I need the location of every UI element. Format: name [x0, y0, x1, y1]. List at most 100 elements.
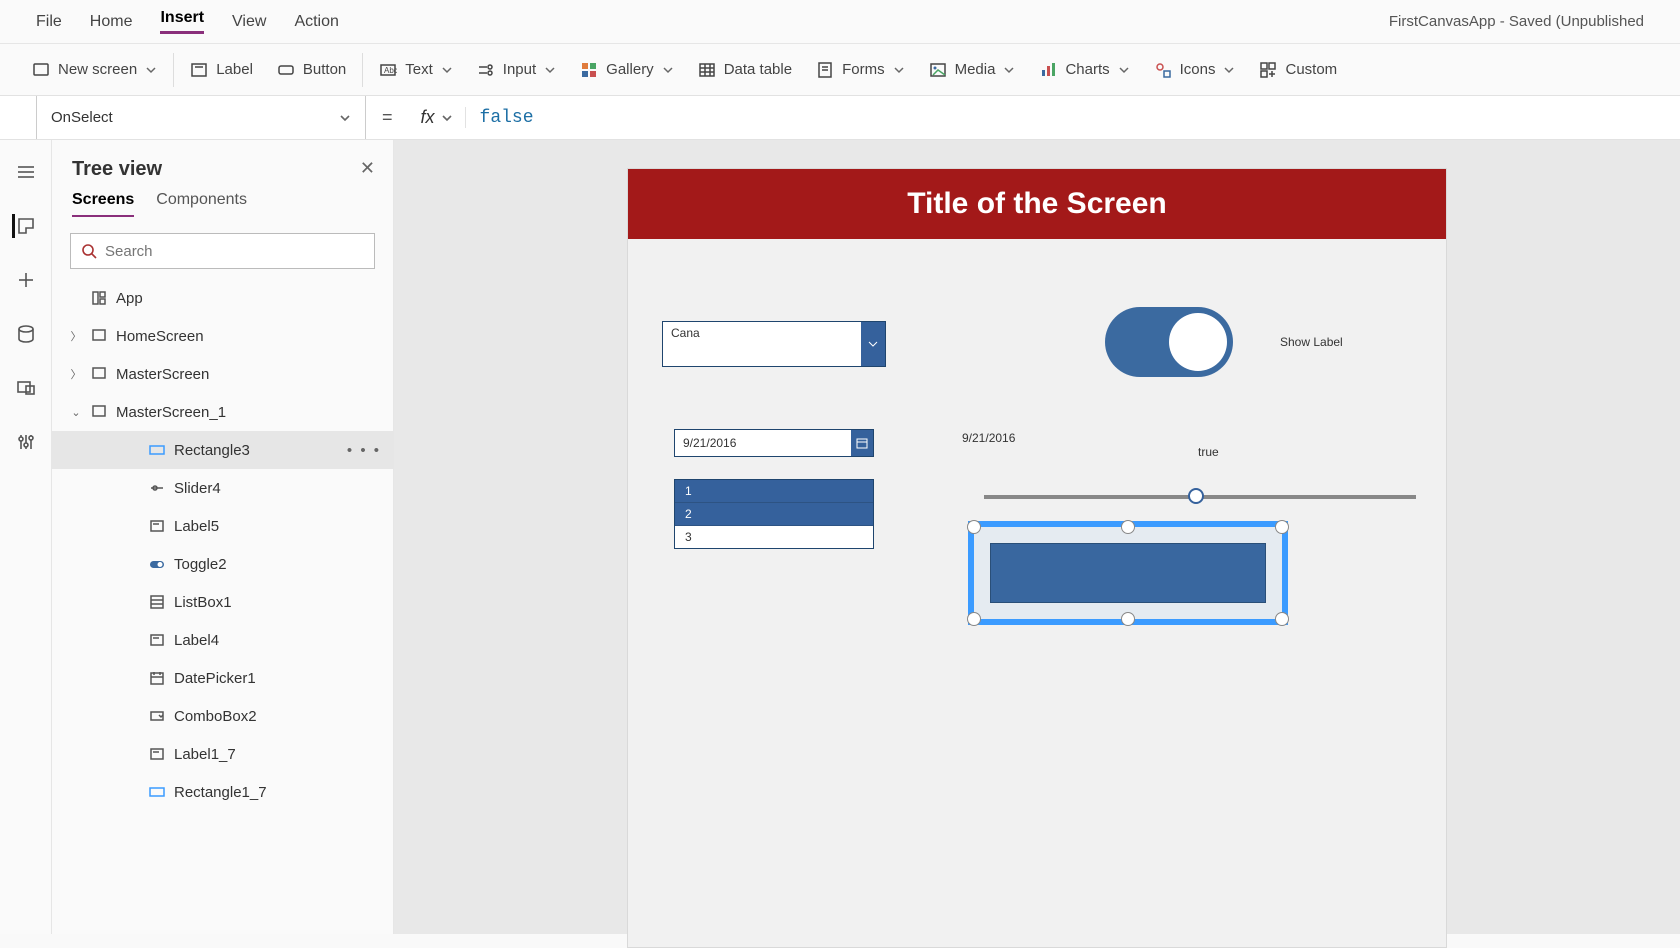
- charts-dropdown[interactable]: Charts: [1027, 55, 1141, 85]
- insert-rail-button[interactable]: [14, 268, 38, 292]
- slider-icon: [148, 479, 166, 497]
- tree-list[interactable]: App 〉 HomeScreen 〉 MasterScreen ⌄ Master…: [52, 279, 393, 915]
- tree-node-datepicker1[interactable]: DatePicker1: [52, 659, 393, 697]
- hamburger-icon[interactable]: [14, 160, 38, 184]
- custom-dropdown[interactable]: Custom: [1247, 55, 1349, 85]
- top-menubar: File Home Insert View Action FirstCanvas…: [0, 0, 1680, 44]
- slider-thumb[interactable]: [1188, 488, 1204, 504]
- tree-node-listbox1[interactable]: ListBox1: [52, 583, 393, 621]
- text-icon: Abc: [379, 61, 397, 79]
- chevron-down-icon: [441, 64, 453, 76]
- screen-icon: [90, 365, 108, 383]
- search-box[interactable]: [70, 233, 375, 269]
- selected-rectangle[interactable]: [968, 521, 1288, 625]
- close-icon[interactable]: ✕: [360, 158, 375, 179]
- data-rail-button[interactable]: [14, 322, 38, 346]
- new-screen-button[interactable]: New screen: [20, 55, 169, 85]
- menu-home[interactable]: Home: [90, 13, 133, 31]
- charts-icon: [1039, 61, 1057, 79]
- combobox-icon: [148, 707, 166, 725]
- resize-handle[interactable]: [1121, 612, 1135, 626]
- input-icon: [477, 61, 495, 79]
- chevron-down-icon[interactable]: [861, 322, 885, 366]
- gallery-dropdown[interactable]: Gallery: [568, 55, 686, 85]
- date-label: 9/21/2016: [962, 431, 1015, 445]
- tree-view-title: Tree view: [52, 158, 393, 191]
- datatable-button[interactable]: Data table: [686, 55, 804, 85]
- tree-node-homescreen[interactable]: 〉 HomeScreen: [52, 317, 393, 355]
- combobox-value: Cana: [663, 322, 861, 366]
- chevron-down-icon: [544, 64, 556, 76]
- toggle-control[interactable]: [1105, 307, 1233, 377]
- more-icon[interactable]: • • •: [347, 442, 381, 459]
- search-input[interactable]: [105, 243, 364, 260]
- svg-text:Abc: Abc: [384, 66, 397, 75]
- tab-components[interactable]: Components: [156, 191, 247, 217]
- menu-action[interactable]: Action: [294, 13, 338, 31]
- menu-insert[interactable]: Insert: [160, 9, 204, 34]
- input-dropdown[interactable]: Input: [465, 55, 568, 85]
- label-icon: [190, 61, 208, 79]
- tree-node-label5[interactable]: Label5: [52, 507, 393, 545]
- resize-handle[interactable]: [1121, 520, 1135, 534]
- formula-bar: OnSelect = fx false: [0, 96, 1680, 140]
- listbox-control[interactable]: 1 2 3: [674, 479, 874, 549]
- media-rail-button[interactable]: [14, 376, 38, 400]
- button-button[interactable]: Button: [265, 55, 358, 85]
- menu-file[interactable]: File: [36, 13, 62, 31]
- tree-node-masterscreen[interactable]: 〉 MasterScreen: [52, 355, 393, 393]
- screen-title-bar[interactable]: Title of the Screen: [628, 169, 1446, 239]
- listbox-icon: [148, 593, 166, 611]
- forms-dropdown[interactable]: Forms: [804, 55, 917, 85]
- datepicker-control[interactable]: 9/21/2016: [674, 429, 874, 457]
- custom-icon: [1259, 61, 1277, 79]
- tree-node-label1-7[interactable]: Label1_7: [52, 735, 393, 773]
- list-item[interactable]: 2: [675, 503, 873, 526]
- list-item[interactable]: 1: [675, 480, 873, 503]
- chevron-down-icon: [1118, 64, 1130, 76]
- chevron-down-icon: [893, 64, 905, 76]
- tree-node-label4[interactable]: Label4: [52, 621, 393, 659]
- tree-node-rectangle1-7[interactable]: Rectangle1_7: [52, 773, 393, 811]
- chevron-down-icon: [1223, 64, 1235, 76]
- tab-screens[interactable]: Screens: [72, 191, 134, 217]
- tree-node-masterscreen1[interactable]: ⌄ MasterScreen_1: [52, 393, 393, 431]
- toggle-icon: [148, 555, 166, 573]
- toggle-label: Show Label: [1280, 335, 1343, 349]
- tree-node-rectangle3[interactable]: Rectangle3 • • •: [52, 431, 393, 469]
- tree-node-slider4[interactable]: Slider4: [52, 469, 393, 507]
- resize-handle[interactable]: [1275, 612, 1289, 626]
- treeview-rail-button[interactable]: [12, 214, 36, 238]
- calendar-icon[interactable]: [851, 430, 873, 456]
- property-selector[interactable]: OnSelect: [36, 96, 366, 139]
- formula-input[interactable]: false: [466, 108, 548, 128]
- combobox-control[interactable]: Cana: [662, 321, 886, 367]
- left-rail: [0, 140, 52, 934]
- calendar-icon: [148, 669, 166, 687]
- text-dropdown[interactable]: Abc Text: [367, 55, 465, 85]
- list-item[interactable]: 3: [675, 526, 873, 548]
- equals-sign: =: [366, 107, 409, 128]
- canvas-area[interactable]: Title of the Screen Cana Show Label 9/21…: [394, 140, 1680, 934]
- tree-node-combobox2[interactable]: ComboBox2: [52, 697, 393, 735]
- media-dropdown[interactable]: Media: [917, 55, 1028, 85]
- forms-icon: [816, 61, 834, 79]
- rectangle-icon: [148, 783, 166, 801]
- canvas-screen[interactable]: Title of the Screen Cana Show Label 9/21…: [627, 168, 1447, 948]
- tree-node-toggle2[interactable]: Toggle2: [52, 545, 393, 583]
- tree-node-app[interactable]: App: [52, 279, 393, 317]
- gallery-icon: [580, 61, 598, 79]
- resize-handle[interactable]: [967, 612, 981, 626]
- resize-handle[interactable]: [1275, 520, 1289, 534]
- advanced-rail-button[interactable]: [14, 430, 38, 454]
- resize-handle[interactable]: [967, 520, 981, 534]
- icons-dropdown[interactable]: Icons: [1142, 55, 1248, 85]
- screen-icon: [90, 403, 108, 421]
- label-button[interactable]: Label: [178, 55, 265, 85]
- fx-button[interactable]: fx: [409, 107, 466, 128]
- button-icon: [277, 61, 295, 79]
- chevron-down-icon: [339, 112, 351, 124]
- menu-view[interactable]: View: [232, 13, 266, 31]
- search-icon: [81, 243, 97, 259]
- slider-control[interactable]: [984, 495, 1416, 499]
